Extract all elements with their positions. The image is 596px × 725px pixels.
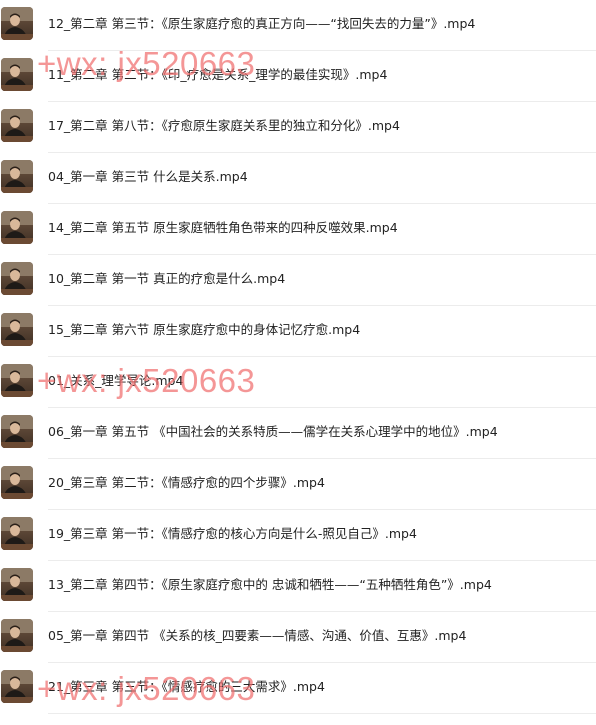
video-thumbnail-icon[interactable] [1,670,33,703]
video-thumbnail-icon[interactable] [1,517,33,550]
file-list-item[interactable]: 21_第三章 第三节：《情感疗愈的三大需求》.mp4 [0,663,596,714]
video-thumbnail-icon[interactable] [1,568,33,601]
video-thumbnail-icon[interactable] [1,109,33,142]
file-name[interactable]: 19_第三章 第一节：《情感疗愈的核心方向是什么-照见自己》.mp4 [48,525,417,543]
file-list: 12_第二章 第三节：《原生家庭疗愈的真正方向——“找回失去的力量”》.mp4 1… [0,0,596,714]
file-list-item[interactable]: 20_第三章 第二节：《情感疗愈的四个步骤》.mp4 [0,459,596,510]
file-list-item[interactable]: 15_第二章 第六节 原生家庭疗愈中的身体记忆疗愈.mp4 [0,306,596,357]
file-list-item[interactable]: 13_第二章 第四节：《原生家庭疗愈中的 忠诚和牺牲——“五种牺牲角色”》.mp… [0,561,596,612]
file-name[interactable]: 05_第一章 第四节 《关系的核_四要素——情感、沟通、价值、互惠》.mp4 [48,627,466,645]
file-list-item[interactable]: 11_第二章 第二节：《印_疗愈是关系_理学的最佳实现》.mp4 [0,51,596,102]
file-name[interactable]: 14_第二章 第五节 原生家庭牺牲角色带来的四种反噬效果.mp4 [48,219,398,237]
file-name[interactable]: 20_第三章 第二节：《情感疗愈的四个步骤》.mp4 [48,474,325,492]
file-list-item[interactable]: 06_第一章 第五节 《中国社会的关系特质——儒学在关系心理学中的地位》.mp4 [0,408,596,459]
file-list-item[interactable]: 19_第三章 第一节：《情感疗愈的核心方向是什么-照见自己》.mp4 [0,510,596,561]
file-name[interactable]: 06_第一章 第五节 《中国社会的关系特质——儒学在关系心理学中的地位》.mp4 [48,423,498,441]
file-name[interactable]: 01_关系_理学导论.mp4 [48,372,183,390]
video-thumbnail-icon[interactable] [1,415,33,448]
file-name[interactable]: 10_第二章 第一节 真正的疗愈是什么.mp4 [48,270,285,288]
file-name[interactable]: 12_第二章 第三节：《原生家庭疗愈的真正方向——“找回失去的力量”》.mp4 [48,15,475,33]
file-list-item[interactable]: 17_第二章 第八节：《疗愈原生家庭关系里的独立和分化》.mp4 [0,102,596,153]
video-thumbnail-icon[interactable] [1,160,33,193]
video-thumbnail-icon[interactable] [1,262,33,295]
file-name[interactable]: 04_第一章 第三节 什么是关系.mp4 [48,168,248,186]
file-name[interactable]: 11_第二章 第二节：《印_疗愈是关系_理学的最佳实现》.mp4 [48,66,387,84]
file-list-item[interactable]: 12_第二章 第三节：《原生家庭疗愈的真正方向——“找回失去的力量”》.mp4 [0,0,596,51]
file-name[interactable]: 13_第二章 第四节：《原生家庭疗愈中的 忠诚和牺牲——“五种牺牲角色”》.mp… [48,576,492,594]
video-thumbnail-icon[interactable] [1,364,33,397]
video-thumbnail-icon[interactable] [1,619,33,652]
video-thumbnail-icon[interactable] [1,211,33,244]
file-list-item[interactable]: 14_第二章 第五节 原生家庭牺牲角色带来的四种反噬效果.mp4 [0,204,596,255]
file-list-page: 12_第二章 第三节：《原生家庭疗愈的真正方向——“找回失去的力量”》.mp4 1… [0,0,596,725]
video-thumbnail-icon[interactable] [1,58,33,91]
file-name[interactable]: 21_第三章 第三节：《情感疗愈的三大需求》.mp4 [48,678,325,696]
video-thumbnail-icon[interactable] [1,466,33,499]
file-list-item[interactable]: 05_第一章 第四节 《关系的核_四要素——情感、沟通、价值、互惠》.mp4 [0,612,596,663]
video-thumbnail-icon[interactable] [1,313,33,346]
file-name[interactable]: 15_第二章 第六节 原生家庭疗愈中的身体记忆疗愈.mp4 [48,321,360,339]
file-name[interactable]: 17_第二章 第八节：《疗愈原生家庭关系里的独立和分化》.mp4 [48,117,400,135]
video-thumbnail-icon[interactable] [1,7,33,40]
file-list-item[interactable]: 01_关系_理学导论.mp4 [0,357,596,408]
file-list-item[interactable]: 10_第二章 第一节 真正的疗愈是什么.mp4 [0,255,596,306]
file-list-item[interactable]: 04_第一章 第三节 什么是关系.mp4 [0,153,596,204]
